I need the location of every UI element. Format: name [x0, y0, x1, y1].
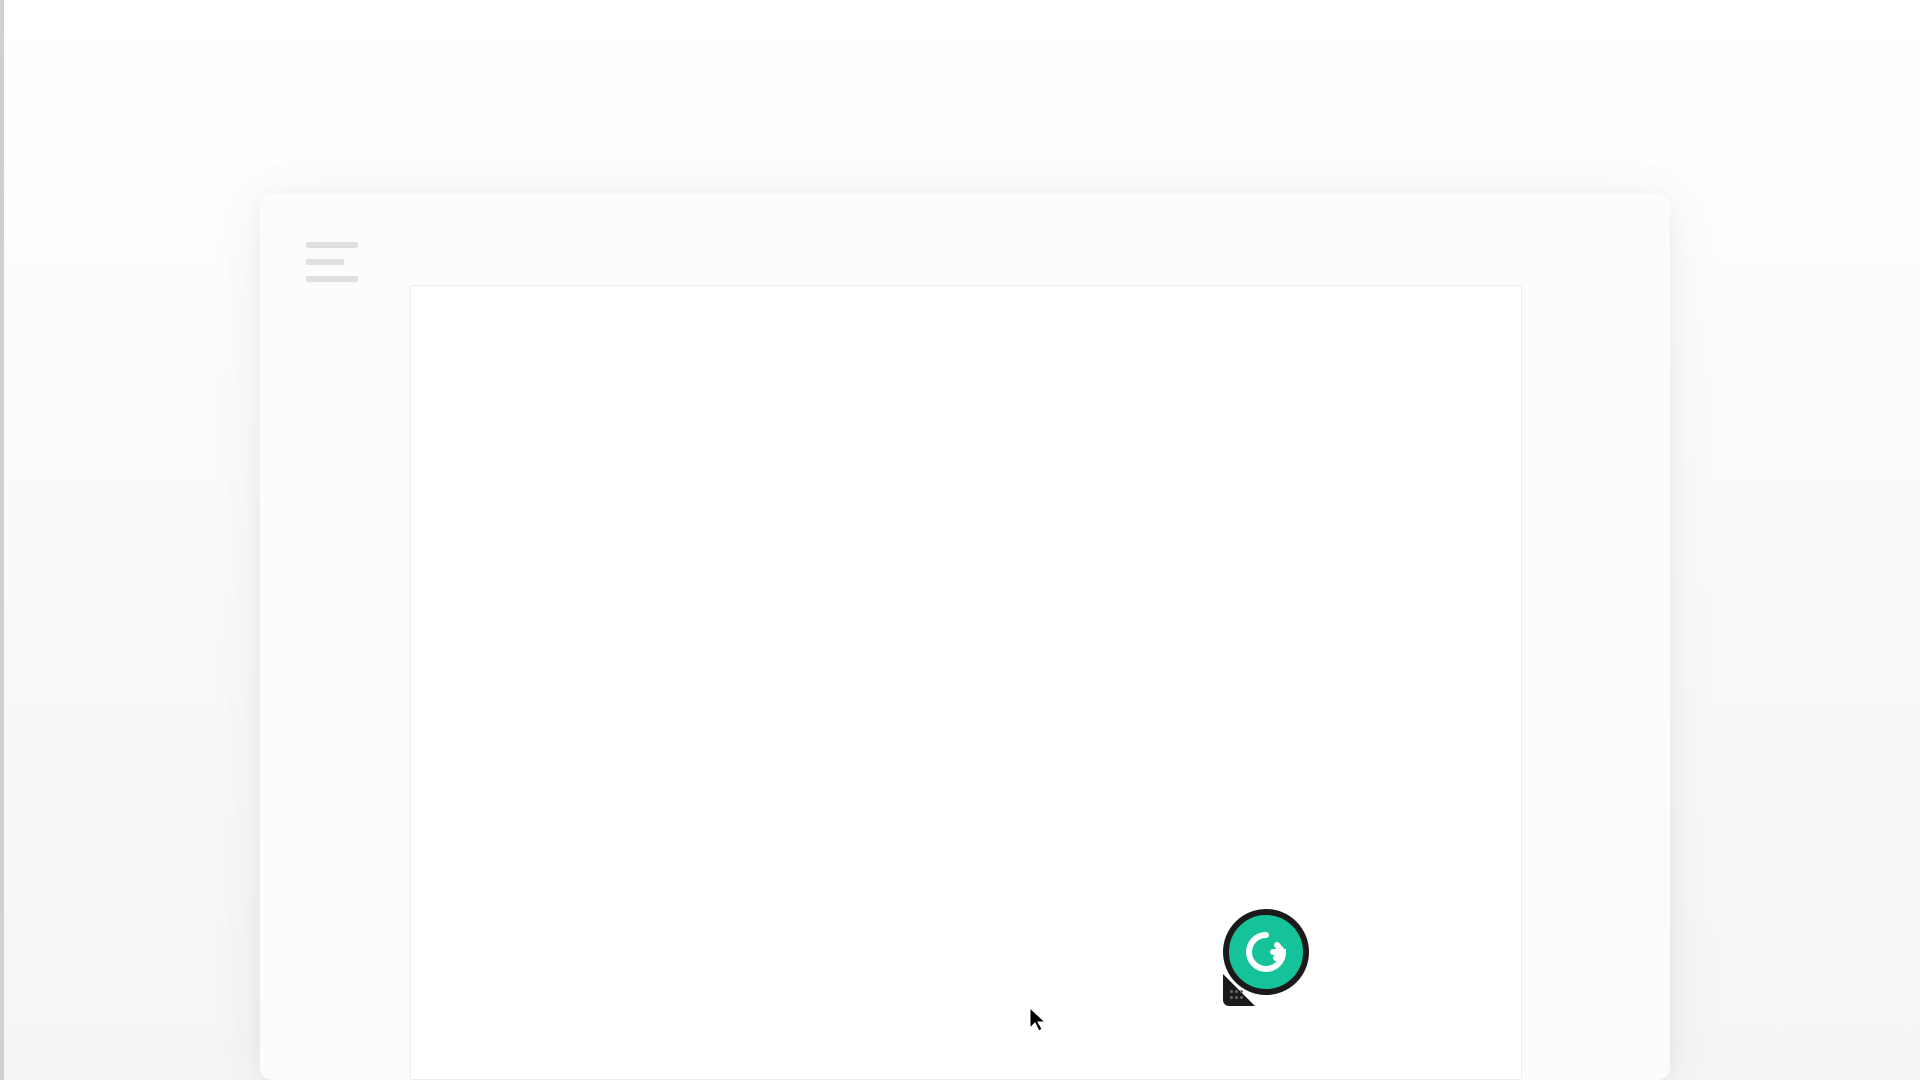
grammarly-g-icon	[1241, 927, 1291, 977]
grammarly-logo-icon	[1223, 909, 1309, 995]
drag-grip-icon[interactable]	[1230, 990, 1244, 1000]
grammarly-bubble-icon	[1216, 906, 1316, 1006]
window-left-edge	[0, 0, 4, 1080]
hamburger-icon	[306, 276, 358, 282]
hamburger-icon	[306, 259, 344, 265]
hamburger-menu-button[interactable]	[306, 242, 358, 282]
page-container	[0, 0, 1920, 1080]
document-editor-area[interactable]	[410, 285, 1522, 1080]
hamburger-icon	[306, 242, 358, 248]
grammarly-widget-button[interactable]	[1216, 906, 1316, 1006]
